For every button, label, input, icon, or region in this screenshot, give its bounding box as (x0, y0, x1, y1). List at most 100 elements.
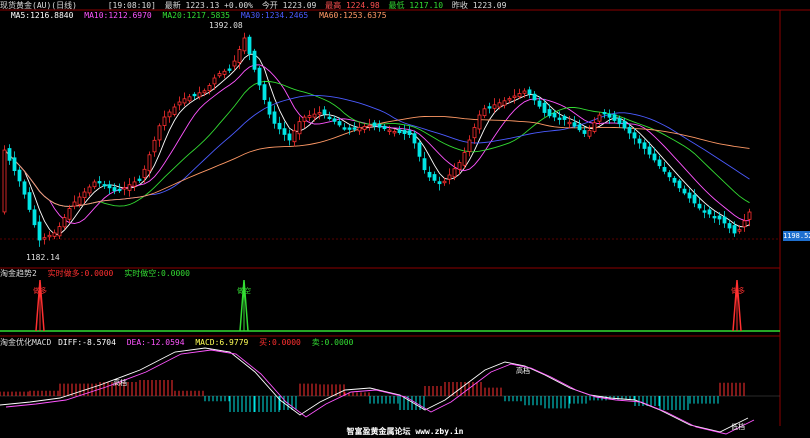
trend-panel-legend: 淘金趋势2 实时做多:0.0000 实时做空:0.0000 (0, 268, 196, 279)
candle-body (657, 159, 662, 167)
ma5-line (4, 53, 750, 235)
candle-body (187, 96, 192, 102)
candle-body (162, 116, 167, 126)
candle-body (502, 100, 507, 106)
candle-body (382, 125, 387, 130)
chart-gridlines (0, 9, 810, 426)
candle-body (592, 122, 597, 132)
candle-body (652, 153, 657, 161)
candle-body (607, 113, 612, 118)
candle-body (492, 104, 497, 109)
candle-body (97, 181, 102, 184)
candle-body (7, 148, 12, 161)
candle-body (92, 181, 97, 188)
candle-body (542, 102, 547, 113)
trend-short-value: 实时做空:0.0000 (124, 269, 190, 278)
candle-body (507, 98, 512, 101)
candle-body (692, 194, 697, 204)
candle-body (547, 109, 552, 117)
candle-body (637, 138, 642, 144)
candle-body (137, 178, 142, 181)
candle-body (62, 217, 67, 228)
candle-body (337, 121, 342, 126)
candle-body (517, 93, 522, 98)
candle-body (217, 73, 222, 77)
candle-body (77, 196, 82, 205)
candle-body (57, 226, 62, 237)
candle-body (432, 174, 437, 181)
candle-body (302, 116, 307, 122)
candle-body (602, 112, 607, 115)
candle-body (457, 162, 462, 170)
candle-body (617, 117, 622, 125)
candle-body (247, 36, 252, 55)
candle-body (252, 50, 257, 70)
candle-body (177, 101, 182, 106)
candle-body (147, 154, 152, 172)
candle-body (387, 129, 392, 132)
candle-body (717, 215, 722, 220)
candle-body (22, 181, 27, 195)
candle-body (132, 181, 137, 187)
candle-body (142, 168, 147, 178)
candle-body (727, 223, 732, 229)
trend-signal-spikes (0, 279, 780, 332)
candle-body (587, 129, 592, 137)
candle-body (352, 127, 357, 130)
candle-body (372, 122, 377, 127)
candle-body (227, 68, 232, 71)
candle-body (192, 93, 197, 97)
trend-panel-title: 淘金趋势2 (0, 269, 37, 278)
candle-body (447, 174, 452, 180)
candle-body (712, 216, 717, 219)
candle-body (472, 127, 477, 139)
candle-body (477, 114, 482, 130)
candle-body (27, 192, 32, 210)
candle-body (562, 115, 567, 120)
candle-body (452, 168, 457, 178)
high-price-marker: 1392.08 (209, 21, 243, 30)
candlestick-chart[interactable] (0, 0, 810, 438)
candle-body (47, 234, 52, 238)
candle-body (342, 127, 347, 130)
candle-body (172, 106, 177, 115)
candle-body (267, 101, 272, 115)
candle-body (567, 121, 572, 125)
candle-body (212, 77, 217, 85)
candle-body (327, 116, 332, 120)
candle-body (582, 130, 587, 134)
candle-body (497, 102, 502, 108)
candle-body (127, 184, 132, 191)
candle-body (222, 70, 227, 75)
candle-body (257, 67, 262, 86)
candle-body (577, 124, 582, 131)
dea-line (5, 349, 755, 435)
candle-body (72, 201, 77, 207)
candle-body (407, 130, 412, 136)
trend-long-value: 实时做多:0.0000 (47, 269, 114, 278)
candle-body (12, 157, 17, 172)
candle-body (427, 171, 432, 178)
signal-long-label-1: 做多 (33, 287, 47, 295)
candle-body (157, 125, 162, 141)
candle-body (667, 172, 672, 178)
moving-average-lines (4, 53, 750, 235)
candle-body (122, 187, 127, 190)
candle-body (622, 120, 627, 129)
candle-body (37, 221, 42, 241)
candle-body (687, 192, 692, 199)
candle-body (627, 127, 632, 134)
dea-value: DEA:-12.0594 (126, 338, 185, 347)
candle-body (412, 133, 417, 144)
candle-body (697, 203, 702, 209)
candle-body (742, 220, 747, 228)
candle-body (467, 139, 472, 152)
candle-body (317, 112, 322, 115)
macd-panel-legend: 淘金优化MACD DIFF:-8.5704 DEA:-12.0594 MACD:… (0, 337, 359, 348)
candle-body (287, 133, 292, 141)
candle-body (362, 126, 367, 130)
candle-body (332, 118, 337, 122)
candle-body (702, 210, 707, 213)
candle-body (707, 209, 712, 215)
candle-body (307, 115, 312, 118)
